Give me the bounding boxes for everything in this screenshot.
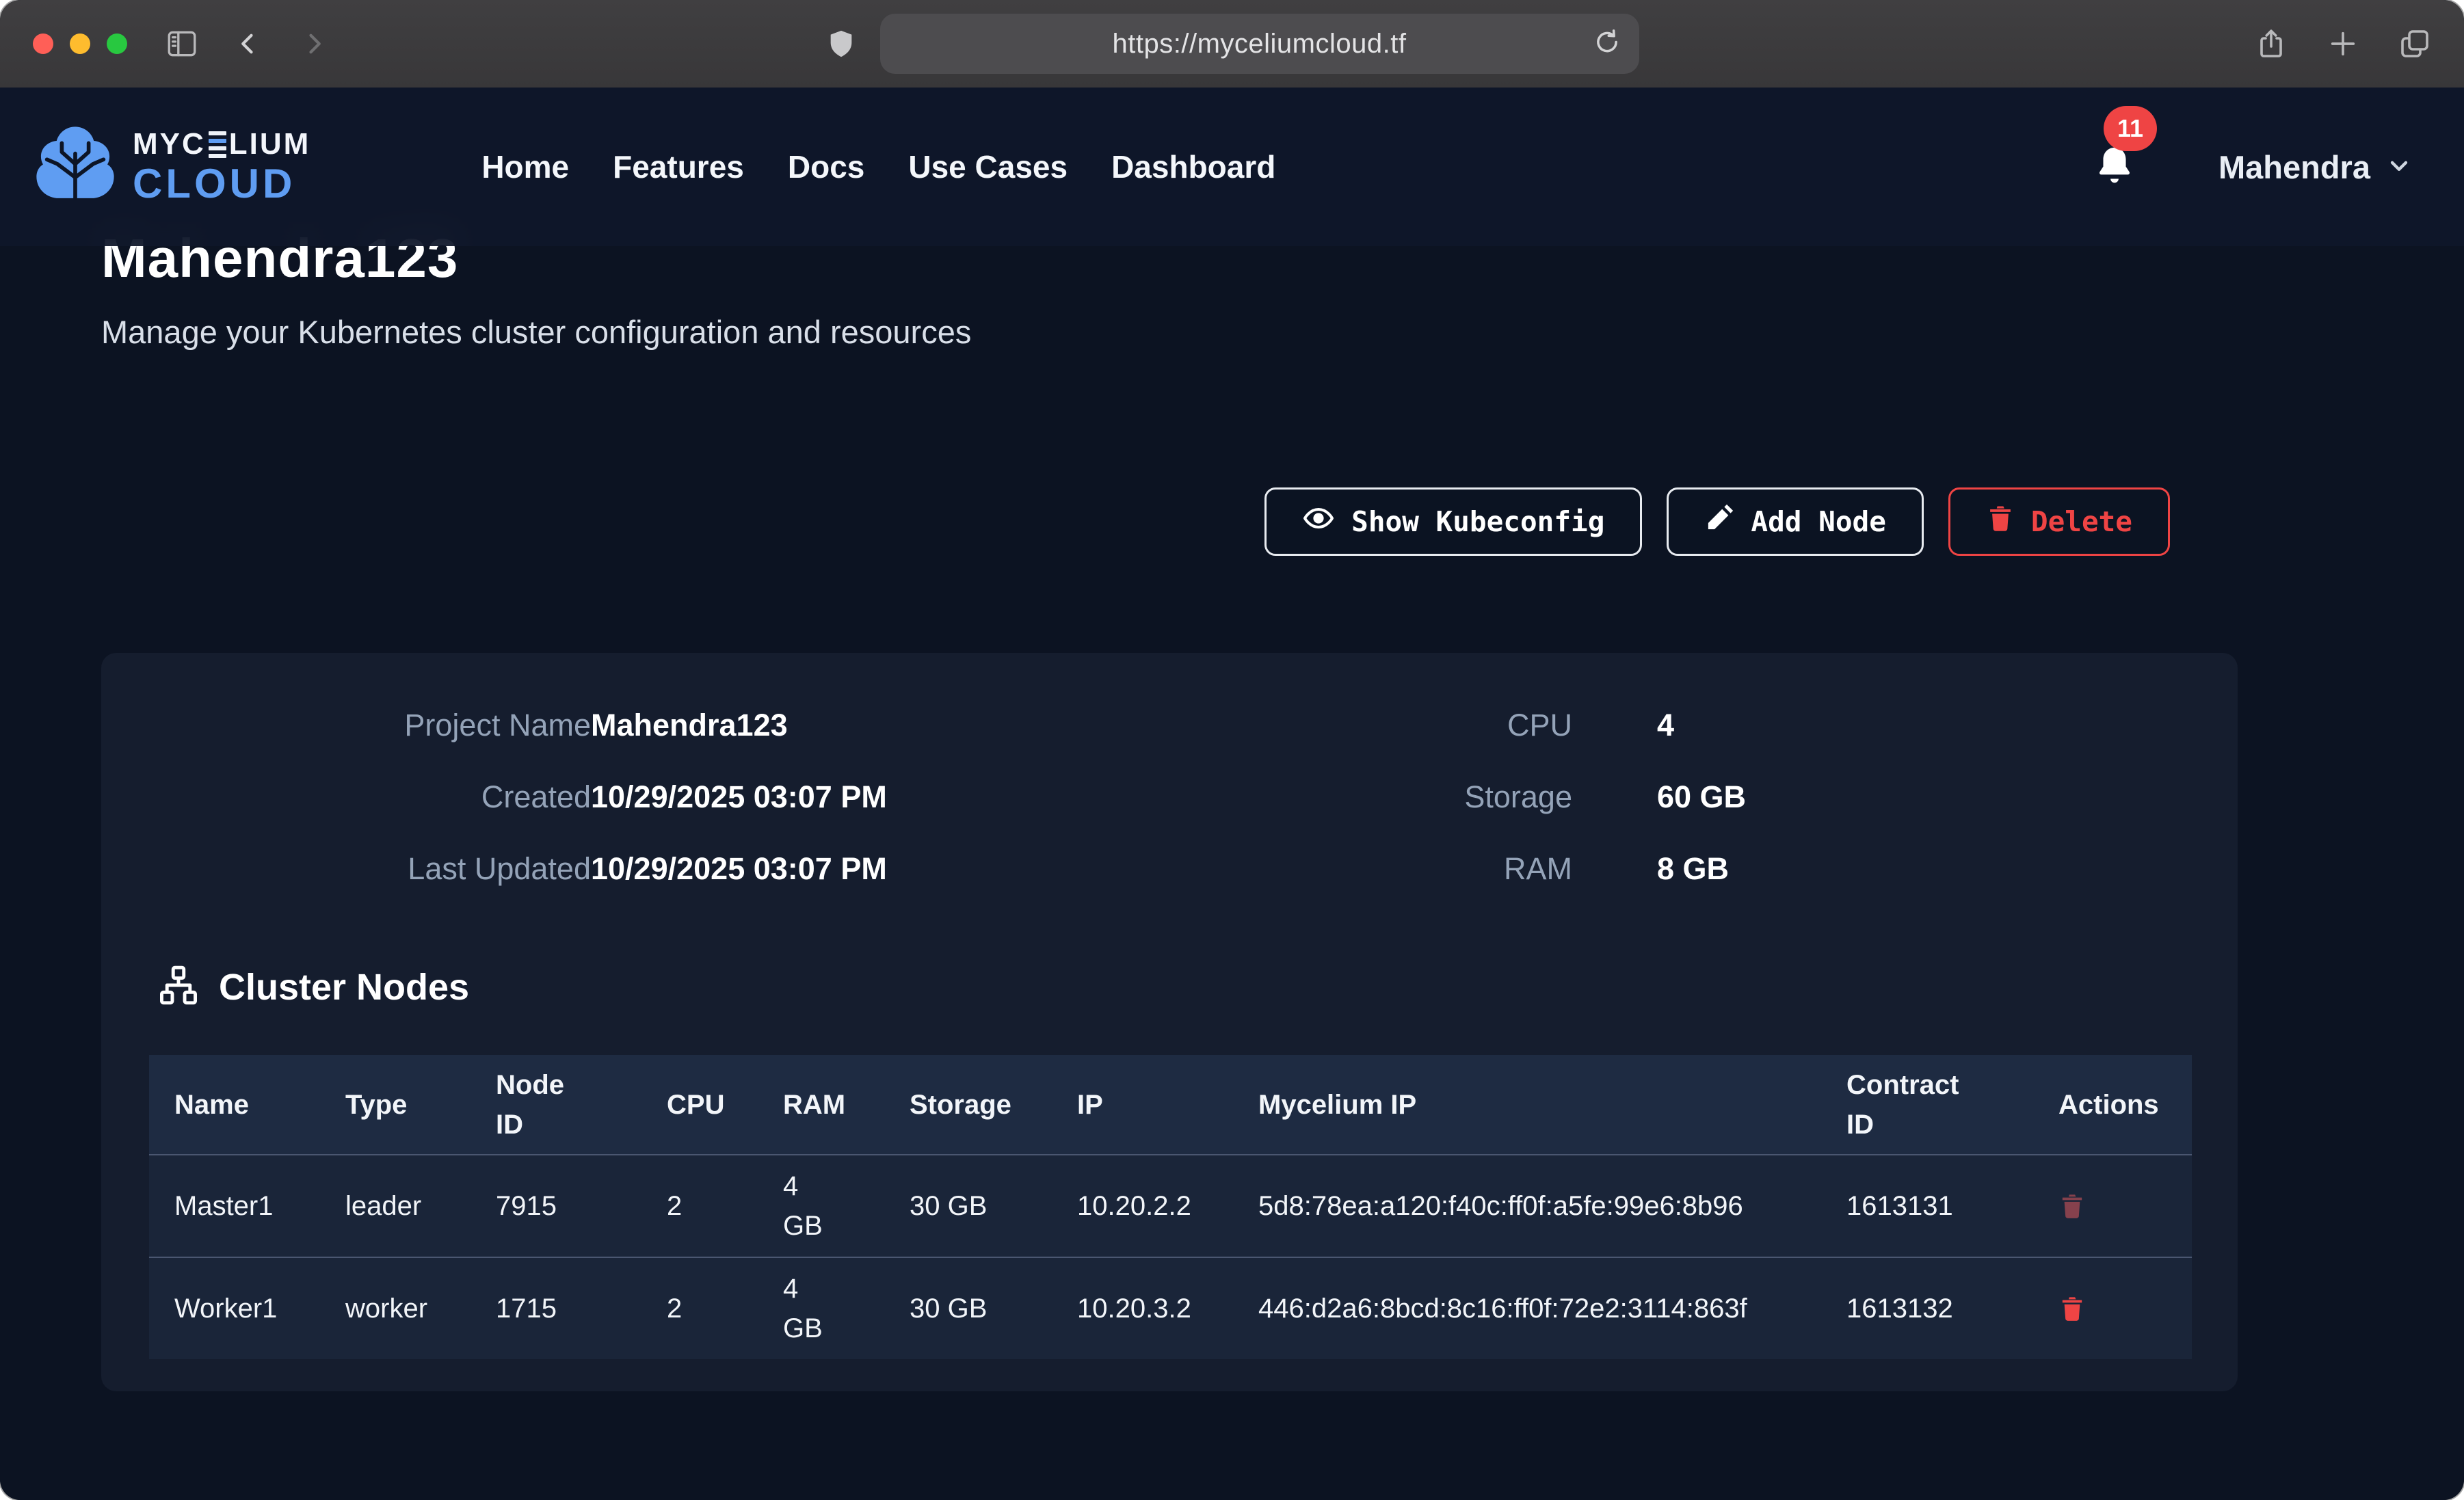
cluster-card: Project Name Mahendra123 Created 10/29/2…: [101, 653, 2238, 1391]
col-storage: Storage: [884, 1085, 1052, 1125]
delete-node-button[interactable]: [2058, 1294, 2086, 1324]
stylized-e-icon: [209, 131, 226, 158]
url-text: https://myceliumcloud.tf: [1113, 29, 1407, 59]
minimize-window-button[interactable]: [70, 34, 90, 54]
node-id: 7915: [471, 1186, 641, 1226]
brand-wordmark: MYC LIUM CLOUD: [133, 129, 310, 204]
notifications-button[interactable]: 11: [2093, 142, 2136, 193]
sidebar-toggle-icon[interactable]: [165, 27, 199, 61]
traffic-lights: [33, 34, 127, 54]
last-updated-label: Last Updated: [208, 851, 591, 887]
notification-badge: 11: [2104, 106, 2157, 151]
add-node-label: Add Node: [1751, 505, 1885, 538]
col-contract-id: Contract ID: [1821, 1065, 2033, 1144]
user-name: Mahendra: [2218, 148, 2370, 186]
storage-value: 60 GB: [1657, 779, 1746, 815]
table-header-row: Name Type Node ID CPU RAM Storage IP Myc…: [149, 1055, 2192, 1154]
node-ip: 10.20.2.2: [1052, 1186, 1233, 1226]
col-node-id: Node ID: [471, 1065, 641, 1144]
node-ram: 4 GB: [758, 1269, 884, 1348]
nav-link-dashboard[interactable]: Dashboard: [1111, 148, 1275, 185]
last-updated-value: 10/29/2025 03:07 PM: [591, 851, 887, 887]
brand-cloud: CLOUD: [133, 163, 310, 204]
brand-prefix: MYC: [133, 129, 206, 159]
eye-icon: [1302, 502, 1335, 541]
cluster-nodes-heading: Cluster Nodes: [157, 964, 469, 1010]
node-cpu: 2: [641, 1186, 758, 1226]
add-node-button[interactable]: Add Node: [1667, 487, 1923, 556]
node-storage: 30 GB: [884, 1289, 1052, 1328]
node-ram: 4 GB: [758, 1166, 884, 1246]
cluster-nodes-label: Cluster Nodes: [219, 966, 469, 1008]
storage-label: Storage: [1189, 779, 1572, 815]
node-cpu: 2: [641, 1289, 758, 1328]
node-type: leader: [320, 1186, 471, 1226]
back-icon[interactable]: [235, 29, 263, 58]
brand-logo[interactable]: MYC LIUM CLOUD: [27, 124, 310, 211]
table-row: Worker1 worker 1715 2 4 GB 30 GB 10.20.3…: [149, 1257, 2192, 1359]
brand-suffix: LIUM: [229, 129, 311, 159]
col-type: Type: [320, 1085, 471, 1125]
trash-icon: [1986, 503, 2015, 541]
forward-icon[interactable]: [299, 29, 328, 58]
project-name-label: Project Name: [208, 708, 591, 743]
browser-window: https://myceliumcloud.tf: [0, 0, 2464, 1500]
address-bar[interactable]: https://myceliumcloud.tf: [880, 14, 1639, 74]
ram-value: 8 GB: [1657, 851, 1729, 887]
col-actions: Actions: [2033, 1085, 2192, 1125]
show-kubeconfig-label: Show Kubeconfig: [1351, 505, 1604, 538]
project-name-value: Mahendra123: [591, 708, 788, 743]
nodes-table: Name Type Node ID CPU RAM Storage IP Myc…: [149, 1055, 2192, 1359]
col-name: Name: [149, 1085, 320, 1125]
col-mycelium-ip: Mycelium IP: [1233, 1085, 1821, 1125]
node-contract-id: 1613131: [1821, 1186, 2033, 1226]
show-kubeconfig-button[interactable]: Show Kubeconfig: [1264, 487, 1642, 556]
nav-link-home[interactable]: Home: [481, 148, 569, 185]
col-cpu: CPU: [641, 1085, 758, 1125]
user-menu[interactable]: Mahendra: [2218, 148, 2413, 186]
cpu-label: CPU: [1189, 708, 1572, 743]
table-row: Master1 leader 7915 2 4 GB 30 GB 10.20.2…: [149, 1154, 2192, 1257]
cluster-nodes-icon: [157, 964, 200, 1010]
zoom-window-button[interactable]: [107, 34, 127, 54]
browser-toolbar: https://myceliumcloud.tf: [0, 0, 2464, 88]
nav-link-use-cases[interactable]: Use Cases: [908, 148, 1068, 185]
node-mycelium-ip: 446:d2a6:8bcd:8c16:ff0f:72e2:3114:863f: [1233, 1289, 1821, 1328]
ram-label: RAM: [1189, 851, 1572, 887]
mycelium-logo-icon: [27, 124, 123, 211]
delete-label: Delete: [2031, 505, 2132, 538]
node-name: Worker1: [149, 1289, 320, 1328]
node-ip: 10.20.3.2: [1052, 1289, 1233, 1328]
node-type: worker: [320, 1289, 471, 1328]
delete-node-button[interactable]: [2058, 1191, 2086, 1221]
col-ram: RAM: [758, 1085, 884, 1125]
site-navbar: MYC LIUM CLOUD Home Features Docs Use Ca…: [0, 88, 2464, 246]
privacy-shield-icon[interactable]: [825, 26, 857, 62]
node-storage: 30 GB: [884, 1186, 1052, 1226]
nav-link-features[interactable]: Features: [613, 148, 744, 185]
created-value: 10/29/2025 03:07 PM: [591, 779, 887, 815]
chevron-down-icon: [2385, 152, 2413, 183]
reload-icon[interactable]: [1593, 28, 1621, 60]
nav-links: Home Features Docs Use Cases Dashboard: [481, 148, 1275, 185]
cpu-value: 4: [1657, 708, 1674, 743]
cluster-actions: Show Kubeconfig Add Node: [1264, 487, 2170, 556]
node-contract-id: 1613132: [1821, 1289, 2033, 1328]
node-id: 1715: [471, 1289, 641, 1328]
nav-link-docs[interactable]: Docs: [788, 148, 864, 185]
page-content: Mahendra123 Manage your Kubernetes clust…: [0, 88, 2464, 1500]
col-ip: IP: [1052, 1085, 1233, 1125]
node-name: Master1: [149, 1186, 320, 1226]
new-tab-icon[interactable]: [2327, 28, 2359, 59]
page-subtitle: Manage your Kubernetes cluster configura…: [101, 313, 971, 351]
close-window-button[interactable]: [33, 34, 53, 54]
node-mycelium-ip: 5d8:78ea:a120:f40c:ff0f:a5fe:99e6:8b96: [1233, 1186, 1821, 1226]
created-label: Created: [208, 779, 591, 815]
delete-cluster-button[interactable]: Delete: [1948, 487, 2170, 556]
share-icon[interactable]: [2255, 26, 2288, 62]
pencil-icon: [1704, 503, 1734, 540]
tab-overview-icon[interactable]: [2398, 27, 2431, 60]
